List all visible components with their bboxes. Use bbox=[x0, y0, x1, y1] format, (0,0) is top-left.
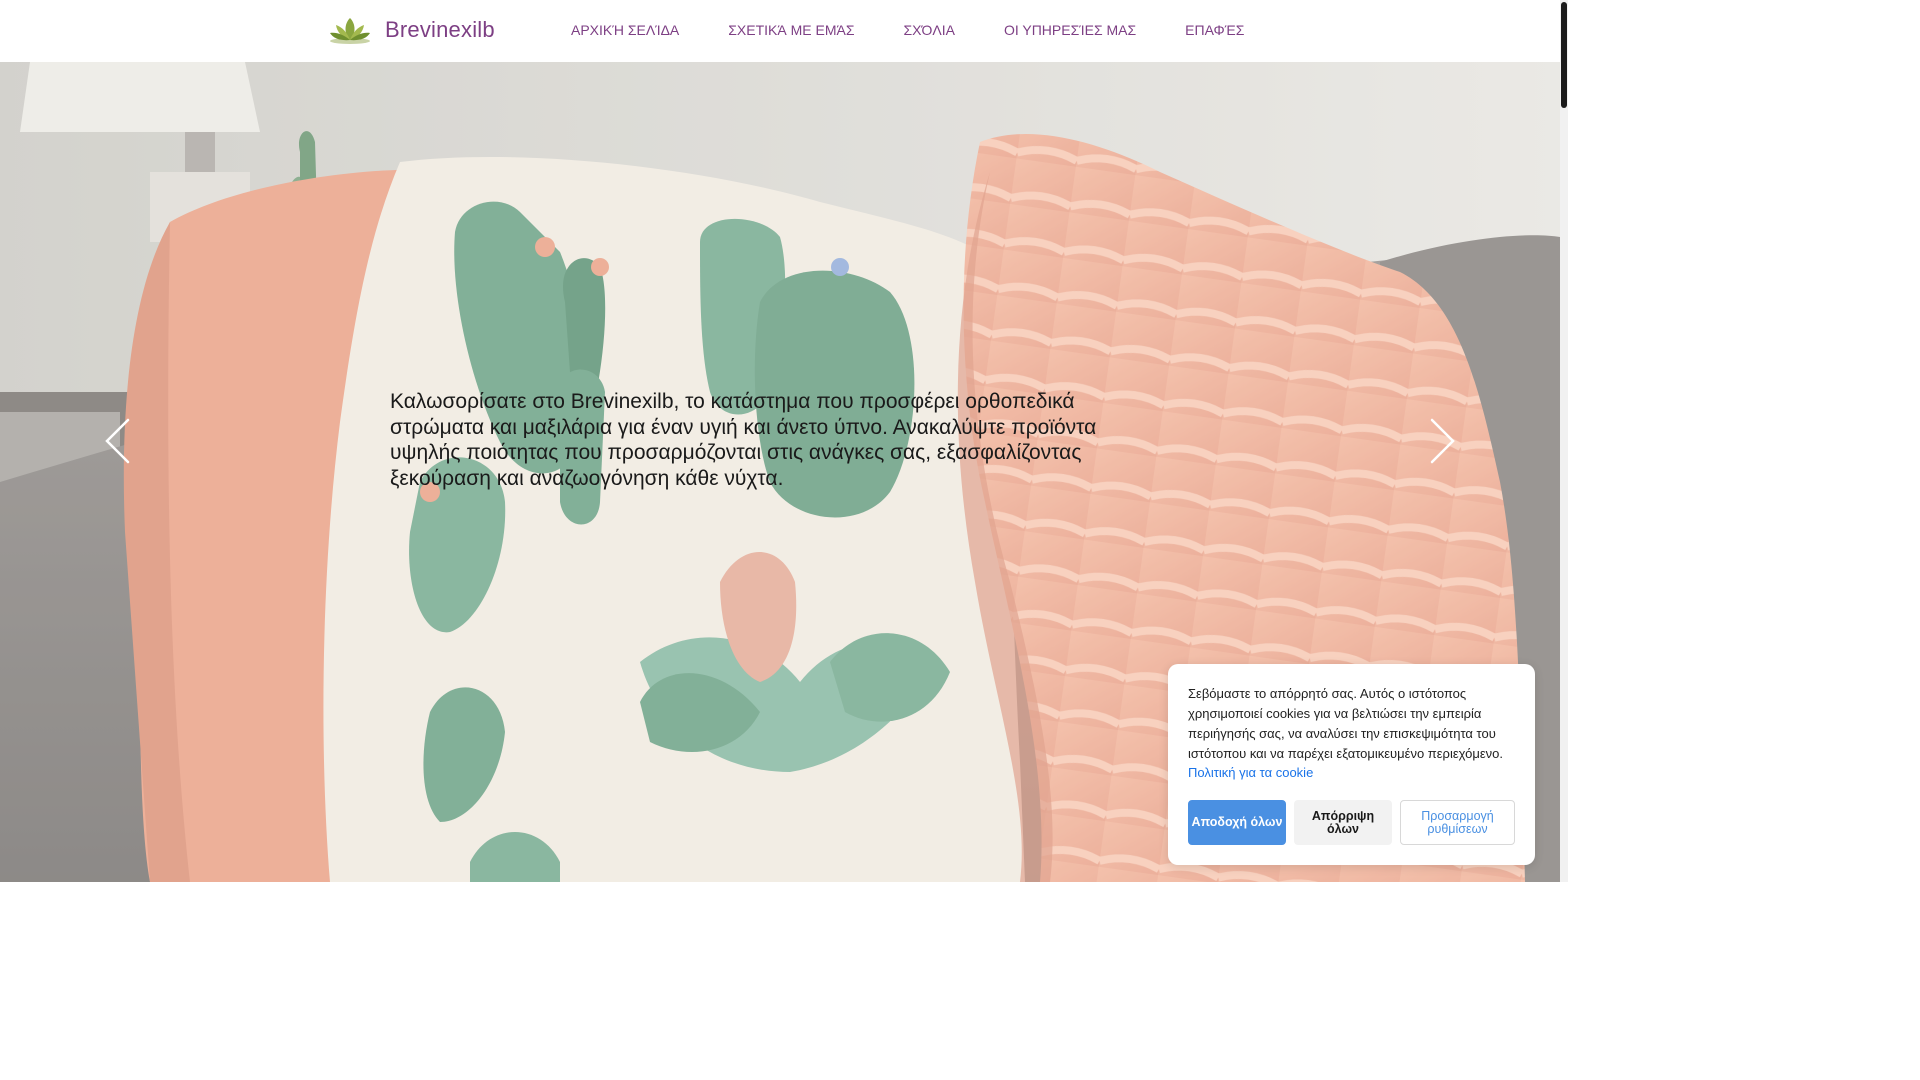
reject-all-button[interactable]: Απόρριψη όλων bbox=[1294, 800, 1392, 845]
cookie-consent-banner: Σεβόμαστε το απόρρητό σας. Αυτός ο ιστότ… bbox=[1168, 664, 1535, 865]
hero-welcome-text: Καλωσορίσατε στο Brevinexilb, το κατάστη… bbox=[390, 390, 1097, 490]
scrollbar-thumb[interactable] bbox=[1561, 2, 1567, 108]
accept-all-button[interactable]: Αποδοχή όλων bbox=[1188, 800, 1286, 845]
cookie-message: Σεβόμαστε το απόρρητό σας. Αυτός ο ιστότ… bbox=[1188, 686, 1503, 761]
site-header: Brevinexilb ΑΡΧΙΚΉ ΣΕΛΊΔΑ ΣΧΕΤΙΚΆ ΜΕ ΕΜΆ… bbox=[0, 0, 1560, 62]
chevron-left-icon[interactable] bbox=[102, 416, 132, 466]
nav-reviews[interactable]: ΣΧΌΛΙΑ bbox=[904, 22, 955, 38]
chevron-right-icon[interactable] bbox=[1428, 416, 1458, 466]
nav-services[interactable]: ΟΙ ΥΠΗΡΕΣΊΕΣ ΜΑΣ bbox=[1004, 22, 1136, 38]
brand[interactable]: Brevinexilb bbox=[328, 14, 495, 46]
cookie-policy-link[interactable]: Πολιτική για τα cookie bbox=[1188, 765, 1313, 780]
nav-contact[interactable]: ΕΠΑΦΈΣ bbox=[1185, 22, 1244, 38]
brand-name: Brevinexilb bbox=[385, 17, 495, 42]
nav-about[interactable]: ΣΧΕΤΙΚΆ ΜΕ ΕΜΆΣ bbox=[728, 22, 854, 38]
lotus-logo-icon bbox=[330, 18, 370, 44]
page-scrollbar[interactable] bbox=[1560, 0, 1568, 882]
nav-home[interactable]: ΑΡΧΙΚΉ ΣΕΛΊΔΑ bbox=[571, 22, 679, 38]
main-nav: ΑΡΧΙΚΉ ΣΕΛΊΔΑ ΣΧΕΤΙΚΆ ΜΕ ΕΜΆΣ ΣΧΌΛΙΑ ΟΙ … bbox=[571, 22, 1244, 38]
customize-settings-button[interactable]: Προσαρμογή ρυθμίσεων bbox=[1400, 800, 1515, 845]
